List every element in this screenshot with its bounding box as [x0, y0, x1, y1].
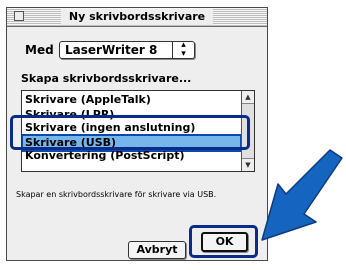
pointer-arrow-icon	[261, 149, 343, 241]
create-printer-heading: Skapa skrivbordsskrivare...	[21, 72, 192, 85]
ok-button[interactable]: OK	[201, 232, 248, 252]
driver-label: Med	[25, 43, 54, 57]
up-down-arrows-icon: ▴ ▾	[172, 41, 194, 59]
title-bar[interactable]: Ny skrivbordsskrivare	[7, 8, 267, 27]
selection-description: Skapar en skrivbordsskrivare för skrivar…	[16, 190, 217, 199]
scroll-down-arrow-icon[interactable]: ▼	[242, 158, 254, 171]
list-item-postscript[interactable]: Konvertering (PostScript)	[22, 149, 241, 163]
window-title: Ny skrivbordsskrivare	[60, 9, 214, 25]
driver-popup-value: LaserWriter 8	[65, 43, 158, 57]
cancel-button[interactable]: Avbryt	[128, 241, 186, 259]
selected-item-highlight	[10, 115, 250, 150]
driver-popup[interactable]: LaserWriter 8 ▴ ▾	[59, 41, 195, 59]
list-item-appletalk[interactable]: Skrivare (AppleTalk)	[22, 93, 241, 107]
close-box-icon[interactable]	[14, 11, 24, 21]
scroll-up-arrow-icon[interactable]: ▲	[242, 91, 254, 104]
